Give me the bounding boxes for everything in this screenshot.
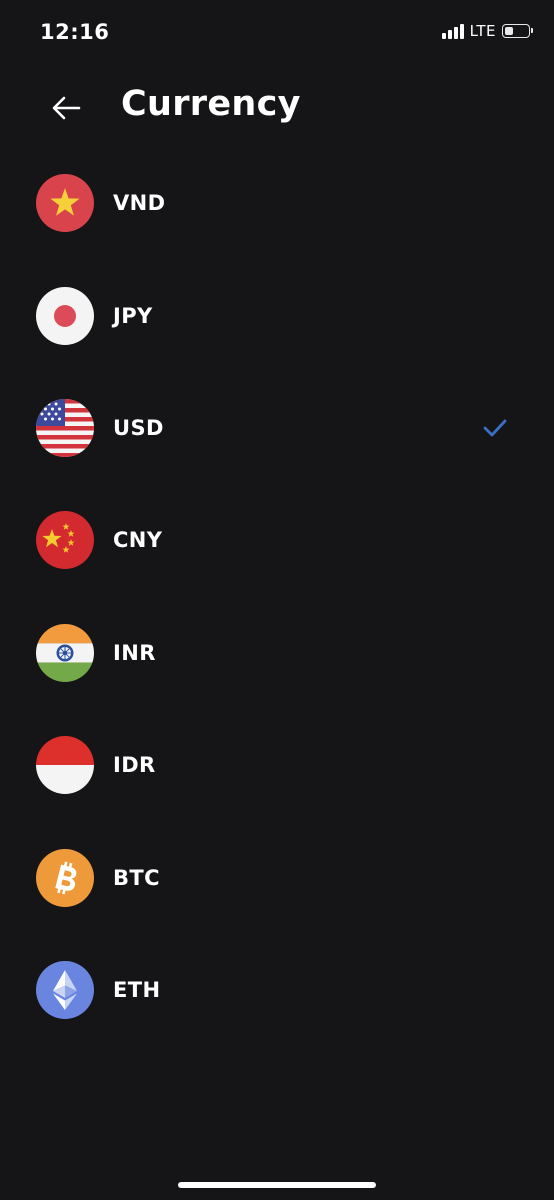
status-bar: 12:16 LTE <box>0 0 554 64</box>
battery-fill <box>505 27 514 35</box>
home-indicator[interactable] <box>178 1182 376 1188</box>
china-flag-icon <box>36 511 94 570</box>
back-button[interactable] <box>42 86 90 130</box>
usa-flag-icon <box>36 398 94 457</box>
bitcoin-icon <box>36 848 94 907</box>
currency-code: JPY <box>113 303 153 328</box>
currency-code: CNY <box>113 528 163 553</box>
currency-code: VND <box>113 191 166 216</box>
header: Currency <box>0 80 554 136</box>
status-indicators: LTE <box>441 22 533 40</box>
currency-code: INR <box>113 640 156 665</box>
check-icon <box>483 419 507 437</box>
currency-list: VND JPY USD CNY INR IDR BTC ETH <box>0 147 554 1046</box>
currency-code: USD <box>113 415 164 440</box>
currency-item-cny[interactable]: CNY <box>0 484 554 596</box>
status-time: 12:16 <box>40 20 110 44</box>
currency-item-eth[interactable]: ETH <box>0 934 554 1046</box>
currency-item-inr[interactable]: INR <box>0 597 554 709</box>
back-arrow-icon <box>52 96 81 120</box>
network-label: LTE <box>469 22 496 40</box>
japan-flag-icon <box>36 286 94 345</box>
ethereum-icon <box>36 960 94 1019</box>
currency-item-idr[interactable]: IDR <box>0 709 554 821</box>
vietnam-flag-icon <box>36 174 94 233</box>
signal-icon <box>441 23 464 39</box>
currency-item-usd[interactable]: USD <box>0 372 554 484</box>
currency-code: IDR <box>113 753 156 778</box>
india-flag-icon <box>36 623 94 682</box>
currency-code: BTC <box>113 865 160 890</box>
currency-item-vnd[interactable]: VND <box>0 147 554 259</box>
currency-code: ETH <box>113 977 161 1002</box>
currency-item-btc[interactable]: BTC <box>0 821 554 933</box>
page-title: Currency <box>121 84 301 124</box>
battery-icon <box>502 24 533 38</box>
currency-item-jpy[interactable]: JPY <box>0 259 554 371</box>
indonesia-flag-icon <box>36 736 94 795</box>
